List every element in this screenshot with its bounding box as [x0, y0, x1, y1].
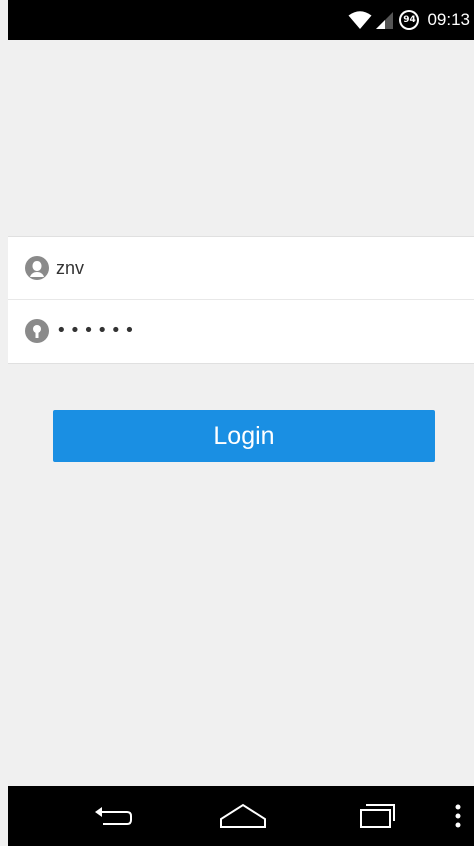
password-row: ••••••	[8, 300, 474, 362]
username-input[interactable]	[56, 248, 474, 288]
battery-icon: 94	[398, 9, 420, 31]
status-bar: 94 09:13	[8, 0, 474, 40]
status-icons: 94 09:13	[348, 0, 470, 40]
lock-icon	[24, 318, 50, 344]
menu-icon[interactable]	[448, 786, 468, 846]
status-time: 09:13	[427, 10, 470, 29]
signal-icon	[376, 10, 394, 30]
login-button[interactable]: Login	[53, 410, 435, 462]
home-icon[interactable]	[213, 786, 273, 846]
recents-icon[interactable]	[353, 786, 403, 846]
password-input[interactable]: ••••••	[56, 311, 474, 351]
back-icon[interactable]	[88, 786, 138, 846]
battery-level: 94	[403, 15, 416, 25]
navigation-bar	[8, 786, 474, 846]
login-screen: •••••• Login	[8, 40, 474, 786]
user-icon	[24, 255, 50, 281]
login-form: ••••••	[8, 236, 474, 364]
username-row	[8, 237, 474, 300]
wifi-icon	[348, 10, 372, 30]
